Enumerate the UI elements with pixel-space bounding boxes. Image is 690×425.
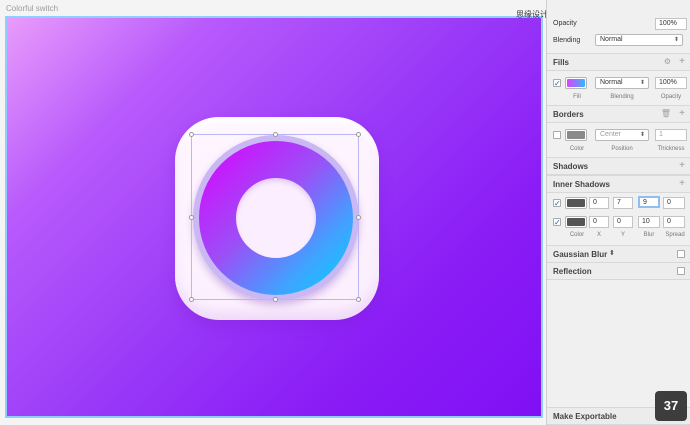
- blending-caption: Blending: [610, 94, 634, 100]
- border-color-swatch[interactable]: [565, 129, 587, 141]
- border-position-value: Center: [600, 131, 622, 138]
- opacity-caption: Opacity: [660, 94, 682, 100]
- reflection-checkbox[interactable]: [677, 267, 685, 275]
- inner-shadow-blur-field[interactable]: 10: [638, 216, 660, 228]
- shadows-title: Shadows: [553, 162, 589, 171]
- resize-handle[interactable]: [356, 132, 361, 137]
- border-color-preview: [567, 131, 585, 139]
- color-caption: Color: [569, 146, 585, 152]
- inner-shadow-x-field[interactable]: 0: [589, 197, 609, 209]
- inner-shadow-blur-field[interactable]: 9: [638, 196, 660, 208]
- stepper-icon: ⬍: [639, 132, 645, 138]
- shadows-section-header: Shadows +: [547, 157, 690, 175]
- border-position-select[interactable]: Center ⬍: [595, 129, 649, 141]
- stepper-icon: ⬍: [639, 80, 645, 86]
- fill-row: ✓ Normal ⬍ 100% Fill Blending Opacity: [547, 74, 690, 104]
- opacity-label: Opacity: [553, 20, 577, 27]
- border-thickness-field[interactable]: 1: [655, 129, 687, 141]
- borders-section-header: Borders 🗑 +: [547, 105, 690, 123]
- fill-checkbox[interactable]: ✓: [553, 79, 561, 88]
- resize-handle[interactable]: [273, 297, 278, 302]
- inspector-panel: Opacity 100% Blending Normal ⬍ Fills ⚙ +…: [546, 0, 690, 425]
- add-fill-icon[interactable]: +: [679, 57, 685, 67]
- add-border-icon[interactable]: +: [679, 109, 685, 119]
- fill-gradient-preview: [567, 79, 585, 87]
- blending-row: Blending Normal ⬍: [547, 34, 690, 50]
- reflection-title: Reflection: [553, 267, 592, 276]
- fills-title: Fills: [553, 58, 570, 67]
- x-caption: X: [596, 232, 601, 238]
- fill-color-swatch[interactable]: [565, 77, 587, 89]
- resize-handle[interactable]: [189, 132, 194, 137]
- inner-shadow-y-field[interactable]: 7: [613, 197, 633, 209]
- borders-title: Borders: [553, 110, 584, 119]
- blending-label: Blending: [553, 37, 581, 44]
- thickness-caption: Thickness: [657, 146, 685, 152]
- blending-value: Normal: [600, 36, 623, 43]
- border-checkbox[interactable]: [553, 131, 561, 139]
- opacity-row: Opacity 100%: [547, 18, 690, 32]
- inner-shadow-color-preview: [567, 218, 585, 226]
- artboard-title: Colorful switch: [6, 4, 59, 13]
- fills-section-header: Fills ⚙ +: [547, 53, 690, 71]
- app-window: Colorful switch 思缘设计论坛 WWW.MISSYUAN.COM …: [0, 0, 690, 425]
- resize-handle[interactable]: [356, 297, 361, 302]
- inner-shadow-row: ✓ 0 7 9 0: [547, 196, 690, 214]
- resize-handle[interactable]: [356, 215, 361, 220]
- inner-shadow-row: ✓ 0 0 10 0 Color X Y Blur Spread: [547, 215, 690, 245]
- gear-icon[interactable]: ⚙: [664, 57, 671, 66]
- y-caption: Y: [620, 232, 625, 238]
- inner-shadows-title: Inner Shadows: [553, 180, 610, 189]
- artboard[interactable]: [5, 16, 543, 418]
- inner-shadow-color-swatch[interactable]: [565, 197, 587, 209]
- reflection-section-header: Reflection: [547, 262, 690, 280]
- gaussian-blur-title[interactable]: Gaussian Blur: [553, 250, 607, 259]
- fill-blend-select[interactable]: Normal ⬍: [595, 77, 649, 89]
- position-caption: Position: [611, 146, 633, 152]
- fill-opacity-field[interactable]: 100%: [655, 77, 687, 89]
- inner-shadows-section-header: Inner Shadows +: [547, 175, 690, 193]
- blur-caption: Blur: [643, 232, 655, 238]
- gaussian-blur-checkbox[interactable]: [677, 250, 685, 258]
- resize-handle[interactable]: [189, 297, 194, 302]
- inner-shadow-spread-field[interactable]: 0: [663, 216, 685, 228]
- fill-blend-value: Normal: [600, 79, 623, 86]
- inner-shadow-color-swatch[interactable]: [565, 216, 587, 228]
- gaussian-blur-section-header: Gaussian Blur ⬍: [547, 245, 690, 263]
- color-caption: Color: [569, 232, 585, 238]
- make-exportable-title[interactable]: Make Exportable: [553, 412, 617, 421]
- blending-select[interactable]: Normal ⬍: [595, 34, 683, 46]
- trash-icon[interactable]: 🗑: [661, 109, 671, 118]
- inner-shadow-spread-field[interactable]: 0: [663, 197, 685, 209]
- opacity-field[interactable]: 100%: [655, 18, 687, 30]
- add-shadow-icon[interactable]: +: [679, 161, 685, 171]
- inner-shadow-checkbox[interactable]: ✓: [553, 199, 561, 208]
- selection-box[interactable]: [189, 132, 361, 302]
- resize-handle[interactable]: [189, 215, 194, 220]
- inner-shadow-x-field[interactable]: 0: [589, 216, 609, 228]
- inner-shadow-color-preview: [567, 199, 585, 207]
- inner-shadow-checkbox[interactable]: ✓: [553, 218, 561, 227]
- add-inner-shadow-icon[interactable]: +: [679, 179, 685, 189]
- stepper-icon[interactable]: ⬍: [609, 249, 615, 257]
- fill-caption: Fill: [573, 94, 581, 100]
- resize-handle[interactable]: [273, 132, 278, 137]
- border-row: Center ⬍ 1 Color Position Thickness: [547, 126, 690, 156]
- spread-caption: Spread: [665, 232, 685, 238]
- page-number-badge: 37: [655, 391, 687, 421]
- stepper-icon: ⬍: [673, 37, 679, 43]
- inner-shadow-y-field[interactable]: 0: [613, 216, 633, 228]
